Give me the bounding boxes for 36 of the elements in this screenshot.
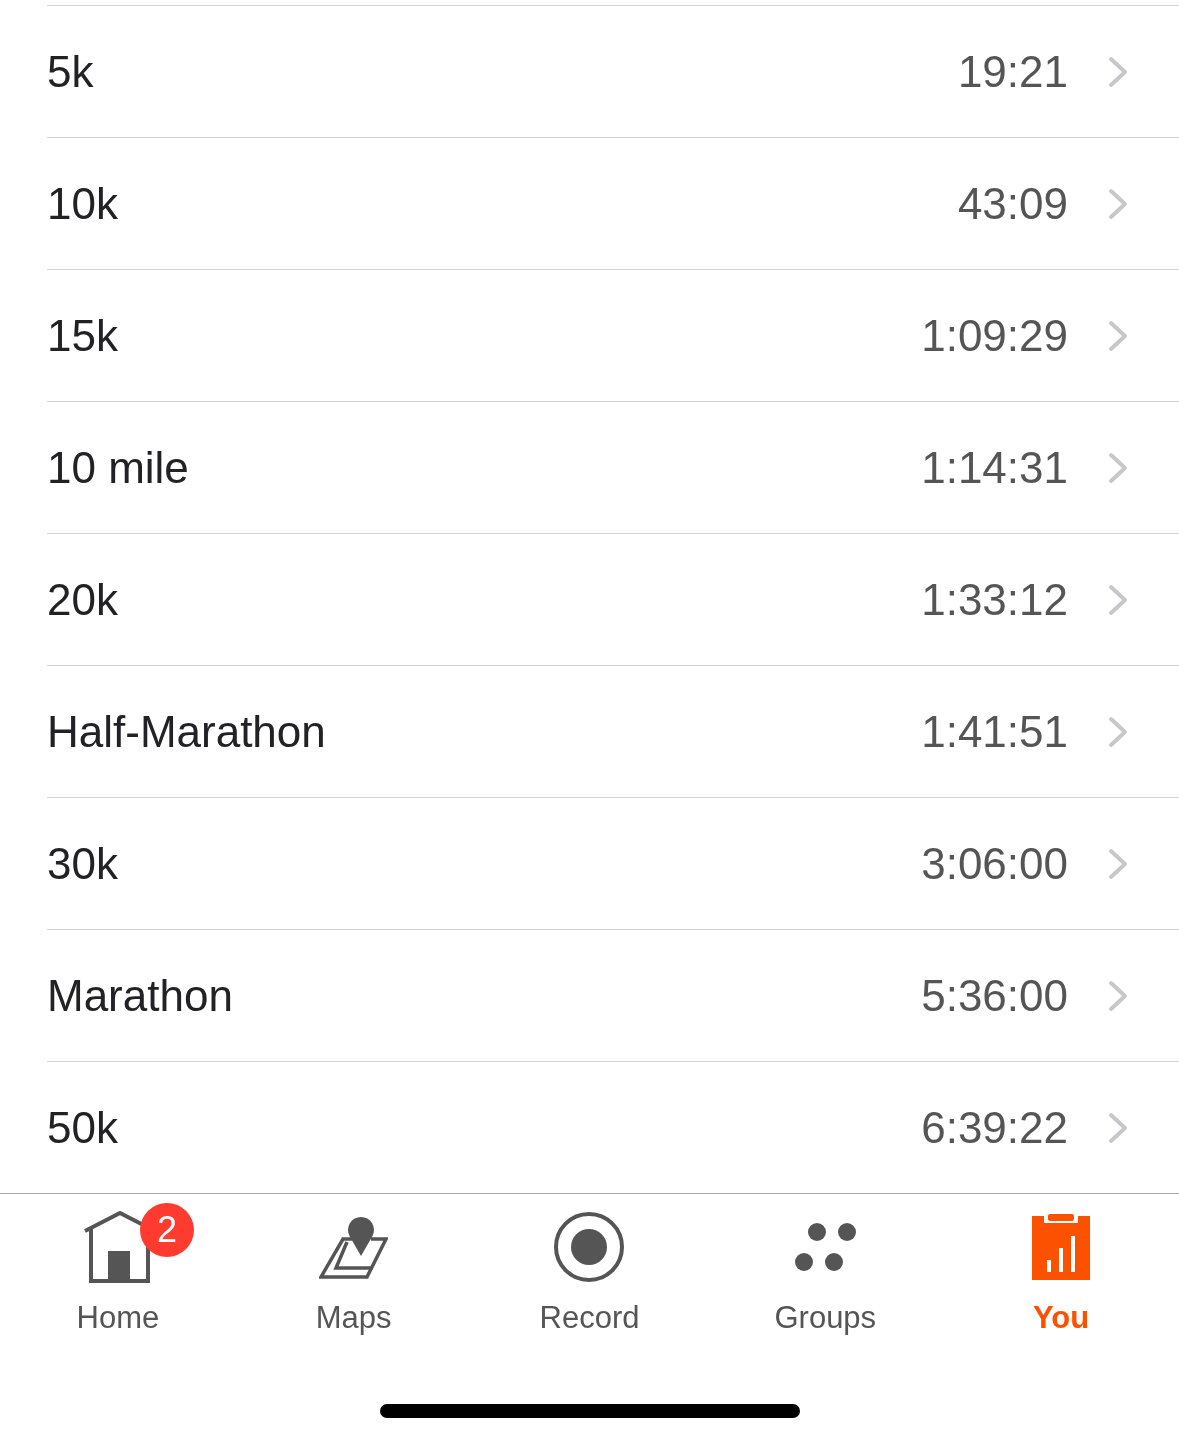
best-time: 1:33:12 bbox=[921, 574, 1068, 625]
tab-item[interactable]: Maps bbox=[315, 1207, 392, 1336]
record-icon bbox=[553, 1211, 626, 1283]
chevron-right-icon bbox=[1108, 715, 1128, 748]
house-icon bbox=[82, 1211, 153, 1283]
chevron-right-icon bbox=[1108, 847, 1128, 880]
best-time: 1:09:29 bbox=[921, 310, 1068, 361]
best-time: 5:36:00 bbox=[921, 970, 1068, 1021]
distance-label: 5k bbox=[47, 46, 94, 97]
chevron-right-icon bbox=[1108, 187, 1128, 220]
best-time: 3:06:00 bbox=[921, 838, 1068, 889]
best-time: 43:09 bbox=[957, 178, 1068, 229]
dots-icon bbox=[794, 1223, 856, 1271]
distance-label: Half-Marathon bbox=[47, 706, 326, 757]
distance-label: 15k bbox=[47, 310, 118, 361]
chevron-right-icon bbox=[1108, 1111, 1128, 1144]
chevron-right-icon bbox=[1108, 451, 1128, 484]
distance-label: 20k bbox=[47, 574, 118, 625]
notification-badge: 2 bbox=[139, 1203, 194, 1257]
distance-label: 10k bbox=[47, 178, 118, 229]
best-time: 1:41:51 bbox=[921, 706, 1068, 757]
chevron-right-icon bbox=[1108, 55, 1128, 88]
tab-item[interactable]: Groups bbox=[774, 1207, 877, 1336]
best-time: 1:14:31 bbox=[921, 442, 1068, 493]
chevron-right-icon bbox=[1108, 583, 1128, 616]
chevron-right-icon bbox=[1108, 319, 1128, 352]
map-pin-icon bbox=[319, 1215, 389, 1279]
best-time: 19:21 bbox=[957, 46, 1068, 97]
distance-label: 50k bbox=[47, 1102, 118, 1153]
clipboard-chart-icon bbox=[1032, 1214, 1091, 1280]
best-time: 6:39:22 bbox=[921, 1102, 1068, 1153]
tab-item[interactable]: Record bbox=[539, 1207, 640, 1336]
distance-label: 30k bbox=[47, 838, 118, 889]
distance-label: Marathon bbox=[47, 970, 233, 1021]
distance-label: 10 mile bbox=[47, 442, 189, 493]
chevron-right-icon bbox=[1108, 979, 1128, 1012]
